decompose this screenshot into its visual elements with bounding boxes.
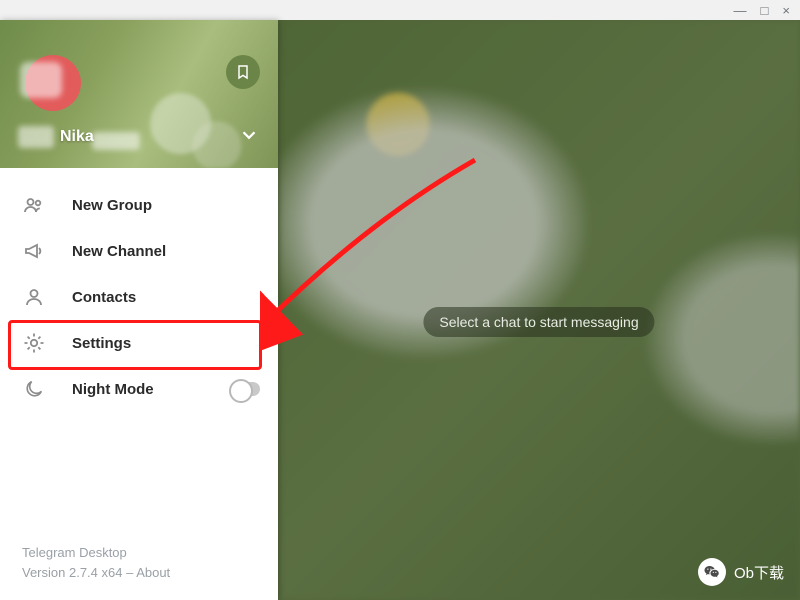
person-icon bbox=[22, 285, 46, 309]
menu-label: Settings bbox=[72, 335, 131, 352]
watermark: Ob下载 bbox=[698, 558, 784, 586]
sidebar-header: Nika bbox=[0, 20, 278, 168]
chevron-down-icon bbox=[238, 124, 260, 146]
wechat-icon bbox=[698, 558, 726, 586]
empty-state-message: Select a chat to start messaging bbox=[423, 307, 654, 337]
group-icon bbox=[22, 193, 46, 217]
menu-label: Night Mode bbox=[72, 381, 154, 398]
megaphone-icon bbox=[22, 239, 46, 263]
saved-messages-button[interactable] bbox=[226, 55, 260, 89]
menu-item-night-mode[interactable]: Night Mode bbox=[0, 366, 278, 412]
sidebar-menu: New Group New Channel Contacts bbox=[0, 168, 278, 412]
menu-item-new-channel[interactable]: New Channel bbox=[0, 228, 278, 274]
chat-area: Select a chat to start messaging Ob下载 bbox=[278, 20, 800, 600]
minimize-button[interactable]: — bbox=[734, 4, 747, 17]
moon-icon bbox=[22, 377, 46, 401]
night-mode-toggle[interactable] bbox=[230, 382, 260, 396]
watermark-text: Ob下载 bbox=[734, 562, 784, 583]
bookmark-icon bbox=[235, 64, 251, 80]
redacted-overlay bbox=[92, 132, 140, 150]
redacted-overlay bbox=[18, 126, 54, 148]
username-label: Nika bbox=[60, 128, 94, 146]
close-button[interactable]: × bbox=[782, 4, 790, 17]
account-expand-button[interactable] bbox=[238, 124, 260, 146]
sidebar-footer: Telegram Desktop Version 2.7.4 x64 – Abo… bbox=[22, 543, 170, 582]
menu-label: New Group bbox=[72, 197, 152, 214]
version-label[interactable]: Version 2.7.4 x64 – About bbox=[22, 563, 170, 583]
gear-icon bbox=[22, 331, 46, 355]
maximize-button[interactable]: □ bbox=[761, 4, 769, 17]
redacted-overlay bbox=[20, 62, 62, 98]
menu-label: Contacts bbox=[72, 289, 136, 306]
sidebar: Nika New Group bbox=[0, 20, 278, 600]
menu-item-settings[interactable]: Settings bbox=[0, 320, 278, 366]
app-name-label: Telegram Desktop bbox=[22, 543, 170, 563]
menu-item-contacts[interactable]: Contacts bbox=[0, 274, 278, 320]
menu-label: New Channel bbox=[72, 243, 166, 260]
app-window: Nika New Group bbox=[0, 20, 800, 600]
menu-item-new-group[interactable]: New Group bbox=[0, 182, 278, 228]
title-bar: — □ × bbox=[0, 0, 800, 20]
